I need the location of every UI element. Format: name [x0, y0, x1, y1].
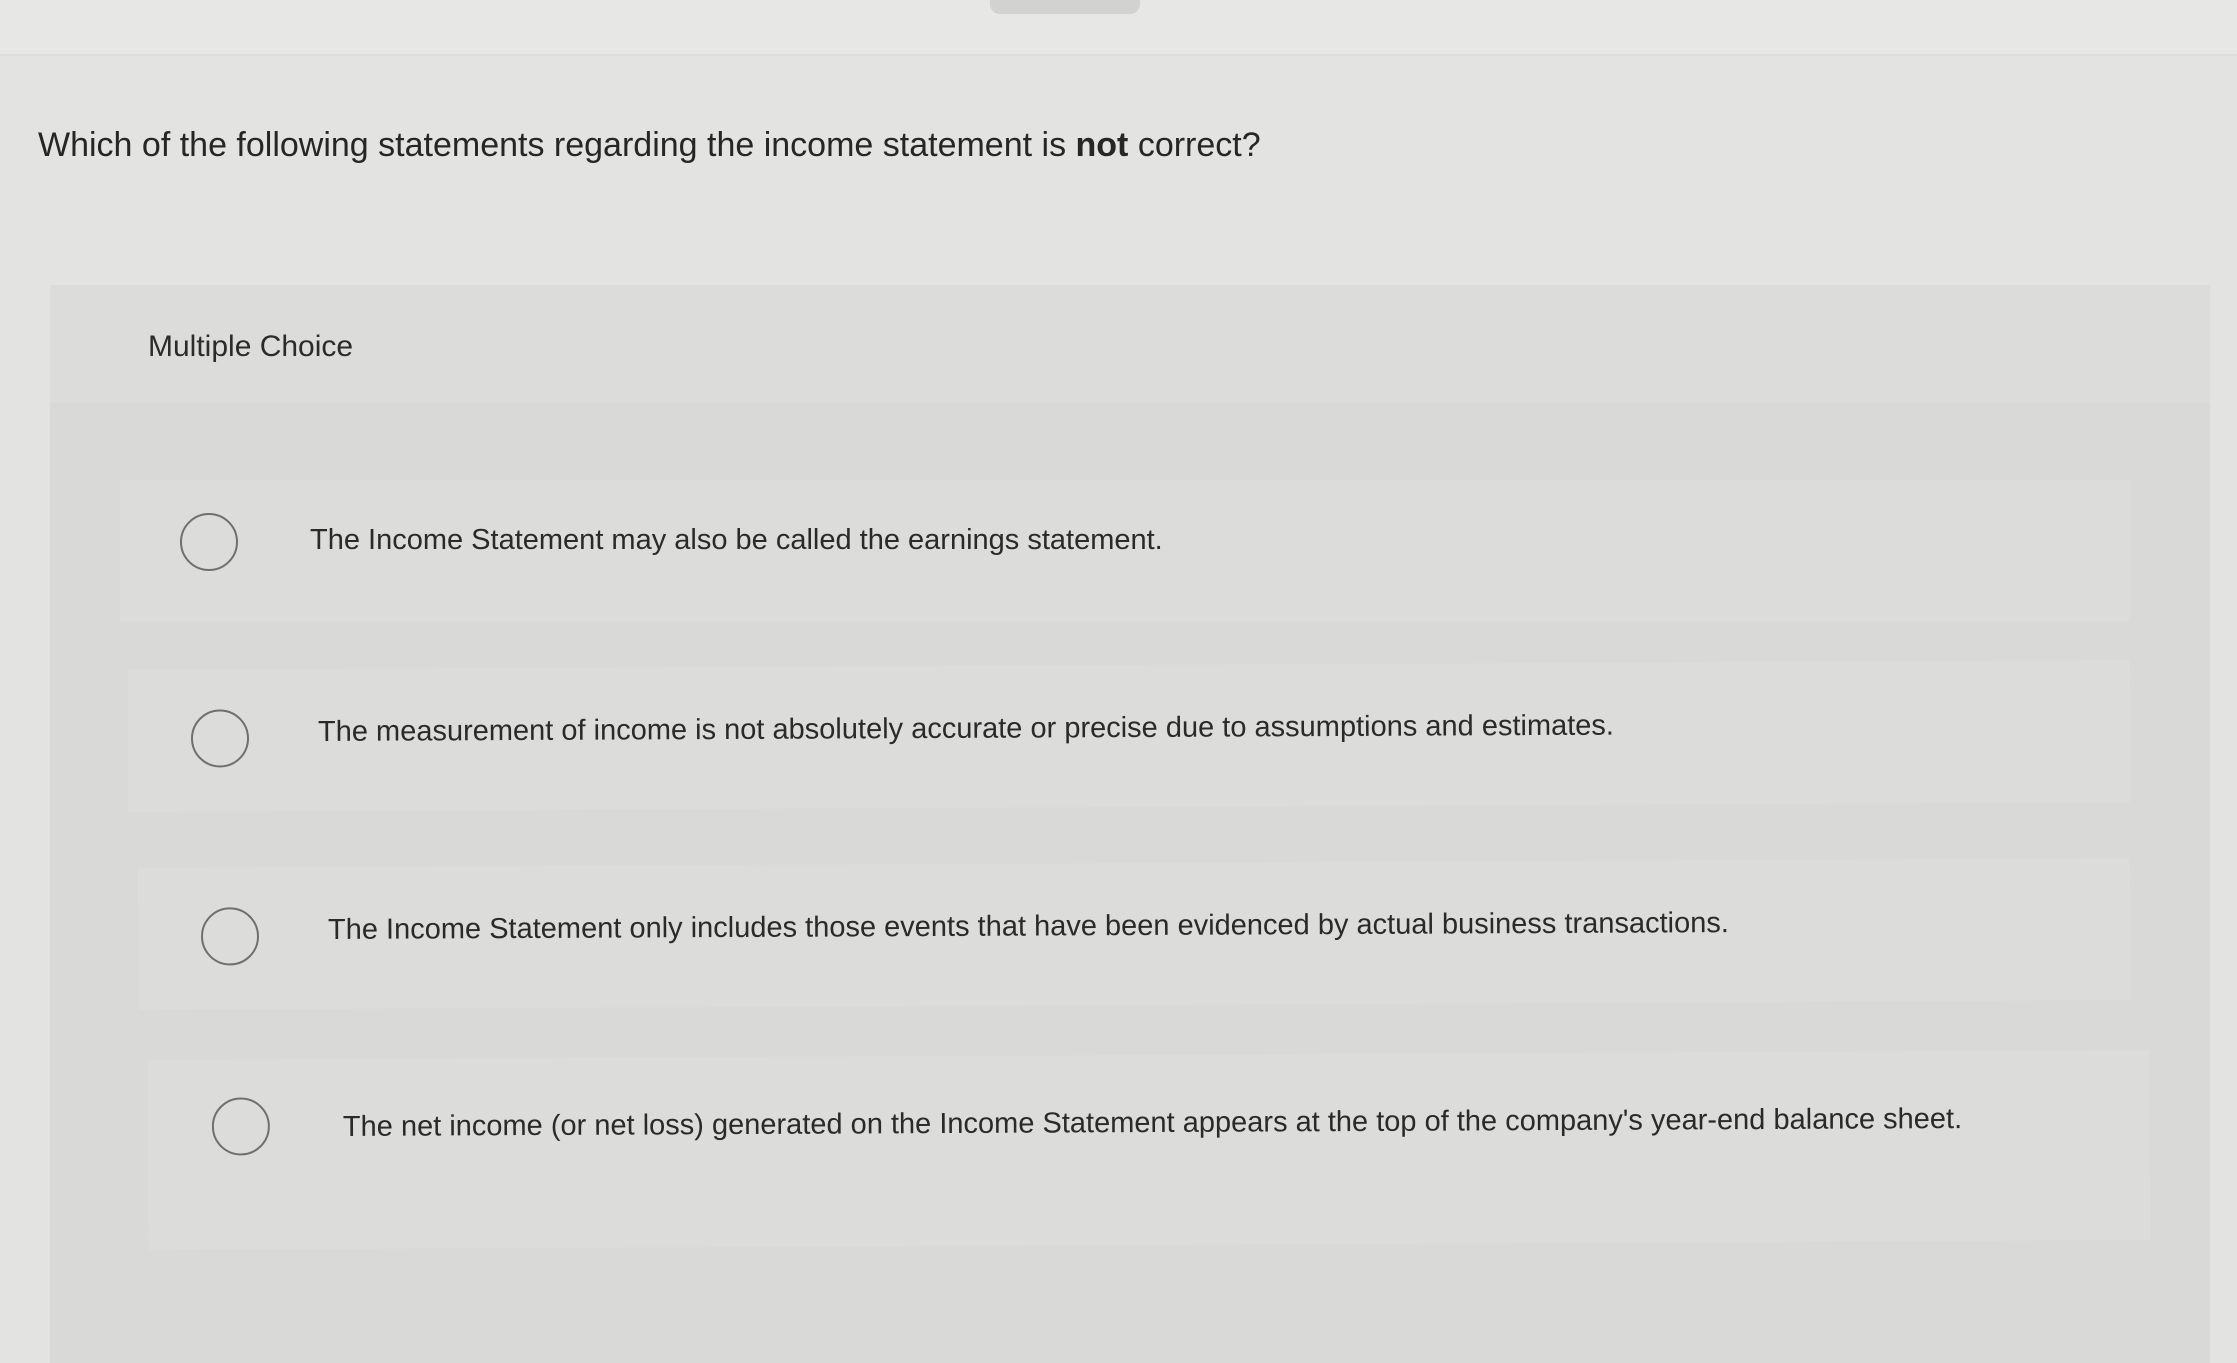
- radio-button[interactable]: [200, 907, 260, 966]
- answer-option-text: The net income (or net loss) generated o…: [342, 1103, 1963, 1143]
- radio-button[interactable]: [190, 709, 250, 768]
- answer-option[interactable]: The Income Statement may also be called …: [120, 480, 2130, 622]
- question-text: Which of the following statements regard…: [38, 122, 2138, 168]
- answer-option-text: The measurement of income is not absolut…: [317, 709, 1615, 748]
- answer-option[interactable]: The Income Statement only includes those…: [137, 858, 2131, 1010]
- answer-option-text: The Income Statement only includes those…: [327, 907, 1729, 946]
- answer-option[interactable]: The measurement of income is not absolut…: [127, 660, 2131, 812]
- radio-button[interactable]: [180, 513, 238, 571]
- question-text-end: correct?: [1128, 126, 1261, 164]
- question-text-start: Which of the following statements regard…: [38, 126, 1076, 164]
- question-emphasis: not: [1075, 126, 1129, 164]
- answer-option-text: The Income Statement may also be called …: [310, 524, 1163, 556]
- multiple-choice-panel: Multiple Choice The Income Statement may…: [50, 285, 2210, 1363]
- radio-button[interactable]: [211, 1097, 271, 1156]
- multiple-choice-header: Multiple Choice: [50, 285, 2210, 403]
- answer-option[interactable]: The net income (or net loss) generated o…: [147, 1050, 2151, 1250]
- top-tab[interactable]: [990, 0, 1140, 14]
- top-strip: [0, 0, 2237, 56]
- multiple-choice-label: Multiple Choice: [148, 330, 354, 363]
